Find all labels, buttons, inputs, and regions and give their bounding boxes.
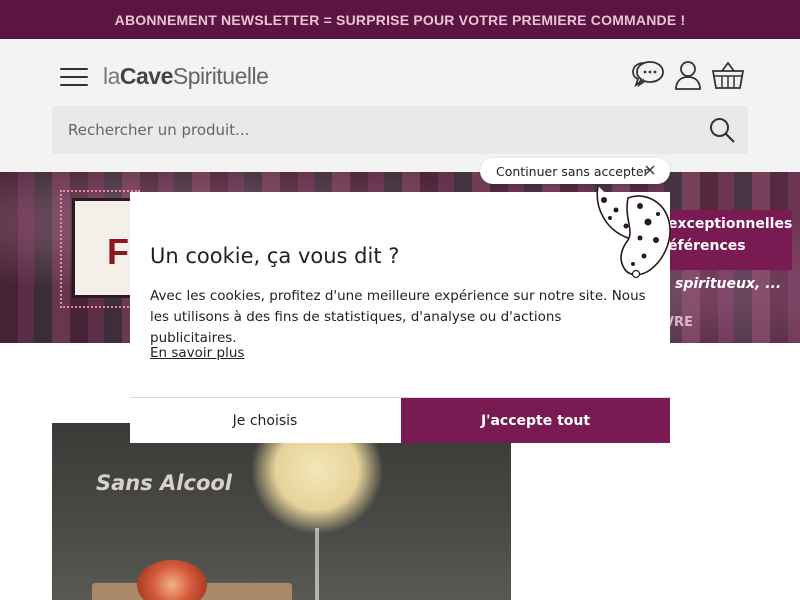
choose-button-label: Je choisis xyxy=(232,412,298,429)
close-icon[interactable] xyxy=(644,164,656,176)
hero-text-line2: éférences xyxy=(668,238,746,254)
search-icon[interactable] xyxy=(708,116,736,144)
user-icon[interactable] xyxy=(672,59,708,91)
newsletter-banner[interactable]: ABONNEMENT NEWSLETTER = SURPRISE POUR VO… xyxy=(0,0,800,39)
site-logo[interactable]: laCaveSpirituelle xyxy=(103,63,269,90)
accept-all-button[interactable]: J'accepte tout xyxy=(401,398,670,443)
accept-all-button-label: J'accepte tout xyxy=(480,412,591,429)
cookie-dialog-title: Un cookie, ça vous dit ? xyxy=(150,244,400,268)
cocktail-glass-image xyxy=(252,443,382,533)
hero-letter: F xyxy=(107,231,129,272)
hero-text-line1: exceptionnelles xyxy=(668,216,793,232)
cookie-illustration-icon xyxy=(596,185,671,279)
newsletter-banner-text: ABONNEMENT NEWSLETTER = SURPRISE POUR VO… xyxy=(114,11,686,28)
site-header: laCaveSpirituelle xyxy=(0,39,800,172)
cookie-dialog-body: Avec les cookies, profitez d'une meilleu… xyxy=(150,288,646,346)
learn-more-link[interactable]: En savoir plus xyxy=(150,345,244,361)
hero-text-line3: spiritueux, ... xyxy=(675,276,782,292)
continue-without-accepting-label: Continuer sans accepter xyxy=(496,163,649,179)
logo-part-spirituelle: Spirituelle xyxy=(172,63,269,89)
logo-part-la: la xyxy=(103,63,120,89)
choose-button[interactable]: Je choisis xyxy=(130,398,400,443)
logo-part-cave: Cave xyxy=(119,63,173,89)
category-card-label: Sans Alcool xyxy=(96,471,233,495)
chat-icon[interactable] xyxy=(630,59,666,91)
cocktail-glass-stem xyxy=(315,528,319,600)
search-input[interactable] xyxy=(52,106,692,154)
basket-icon[interactable] xyxy=(710,59,746,91)
search-bar xyxy=(52,106,748,154)
menu-icon[interactable] xyxy=(60,66,88,88)
grapefruit-image xyxy=(137,560,207,600)
category-card-sans-alcool[interactable]: Sans Alcool xyxy=(52,423,511,600)
